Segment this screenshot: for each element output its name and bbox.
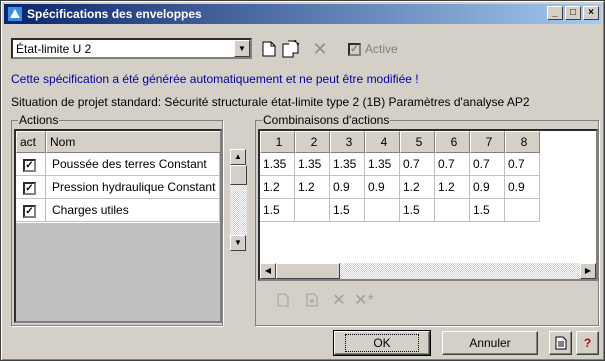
factor-cell[interactable]: 1.5 [400, 199, 435, 222]
header-name[interactable]: Nom [46, 131, 220, 153]
factor-cell[interactable]: 1.2 [260, 176, 295, 199]
new-combination-button[interactable] [274, 291, 292, 309]
copy-document-icon [282, 40, 300, 58]
action-row[interactable]: ✓ Poussée des terres Constant [16, 153, 220, 176]
readonly-message: Cette spécification a été générée automa… [11, 72, 419, 86]
delete-icon: ✕ [332, 292, 346, 309]
combinations-empty-area [540, 153, 596, 263]
factor-cell[interactable] [295, 199, 330, 222]
factor-cell[interactable]: 0.9 [470, 176, 505, 199]
combination-header[interactable]: 2 [295, 131, 330, 153]
factor-cell[interactable] [435, 199, 470, 222]
factor-cell[interactable]: 1.2 [295, 176, 330, 199]
factor-cell[interactable]: 0.9 [365, 176, 400, 199]
combinations-group-label: Combinaisons d'actions [262, 113, 391, 127]
factor-cell[interactable]: 1.35 [365, 153, 400, 176]
horizontal-scroll-thumb[interactable] [276, 263, 340, 279]
window-title: Spécifications des enveloppes [27, 7, 202, 21]
factor-cell[interactable]: 1.35 [330, 153, 365, 176]
factor-cell[interactable]: 1.2 [400, 176, 435, 199]
delete-spec-button[interactable]: ✕ [310, 39, 330, 59]
action-checkbox[interactable]: ✓ [23, 159, 36, 172]
active-check-icon: ✓ [348, 42, 361, 56]
factor-cell[interactable] [505, 199, 540, 222]
ok-label: OK [345, 334, 419, 352]
action-row[interactable]: ✓ Pression hydraulique Constant [16, 176, 220, 199]
factor-cell[interactable]: 1.2 [435, 176, 470, 199]
limit-state-value: État-limite U 2 [16, 42, 92, 56]
header-act[interactable]: act [16, 131, 46, 153]
scroll-down-button[interactable]: ▼ [230, 235, 246, 251]
action-name: Pression hydraulique Constant [46, 176, 220, 199]
generate-document-icon [306, 293, 318, 307]
factor-cell[interactable]: 1.35 [260, 153, 295, 176]
copy-spec-button[interactable] [281, 39, 301, 59]
factor-cell[interactable]: 0.7 [470, 153, 505, 176]
cancel-button[interactable]: Annuler [442, 331, 538, 355]
new-spec-button[interactable] [259, 39, 279, 59]
report-button[interactable] [549, 331, 572, 355]
action-checkbox[interactable]: ✓ [23, 205, 36, 218]
vertical-scroll-thumb[interactable] [230, 165, 247, 185]
combination-header[interactable]: 1 [260, 131, 295, 153]
scroll-right-button[interactable]: ▶ [580, 263, 596, 279]
help-button[interactable]: ? [576, 331, 599, 355]
factor-cell[interactable]: 0.7 [435, 153, 470, 176]
combination-row: 1.2 1.2 0.9 0.9 1.2 1.2 0.9 0.9 [260, 176, 540, 199]
action-name: Charges utiles [46, 199, 220, 222]
combination-header[interactable]: 8 [505, 131, 540, 153]
factor-cell[interactable]: 0.7 [505, 153, 540, 176]
app-icon [8, 7, 22, 21]
close-button[interactable]: × [583, 6, 599, 20]
factor-cell[interactable]: 1.5 [330, 199, 365, 222]
delete-icon: ✕ [312, 38, 328, 59]
envelope-spec-dialog: Spécifications des enveloppes _ □ × État… [0, 0, 605, 361]
actions-group-label: Actions [18, 113, 60, 127]
combination-row: 1.35 1.35 1.35 1.35 0.7 0.7 0.7 0.7 [260, 153, 540, 176]
factor-cell[interactable]: 0.9 [505, 176, 540, 199]
actions-table: act Nom ✓ Poussée des terres Constant ✓ … [14, 129, 222, 323]
report-icon [555, 336, 566, 350]
new-document-icon [262, 41, 276, 57]
combination-header[interactable]: 5 [400, 131, 435, 153]
chevron-down-icon[interactable]: ▼ [234, 40, 250, 57]
factor-cell[interactable]: 0.9 [330, 176, 365, 199]
action-name: Poussée des terres Constant [46, 153, 220, 176]
situation-text: Situation de projet standard: Sécurité s… [11, 95, 530, 109]
horizontal-scroll-track[interactable] [340, 263, 580, 279]
action-checkbox[interactable]: ✓ [23, 182, 36, 195]
factor-cell[interactable]: 1.35 [295, 153, 330, 176]
minimize-button[interactable]: _ [547, 6, 563, 20]
new-document-icon [277, 293, 289, 307]
combination-header[interactable]: 3 [330, 131, 365, 153]
combination-header[interactable]: 4 [365, 131, 400, 153]
limit-state-select[interactable]: État-limite U 2 ▼ [11, 38, 252, 59]
maximize-button[interactable]: □ [565, 6, 581, 20]
ok-button[interactable]: OK [333, 330, 431, 356]
factor-cell[interactable]: 0.7 [400, 153, 435, 176]
delete-combination-button[interactable]: ✕ [330, 291, 348, 309]
active-checkbox[interactable]: ✓ Active [348, 42, 398, 56]
actions-empty-area [16, 223, 220, 321]
delete-all-combinations-button[interactable]: ✕* [352, 291, 376, 309]
generate-combination-button[interactable] [303, 291, 321, 309]
action-row[interactable]: ✓ Charges utiles [16, 199, 220, 222]
factor-cell[interactable]: 1.5 [470, 199, 505, 222]
title-bar[interactable]: Spécifications des enveloppes _ □ × [4, 4, 601, 24]
delete-all-icon: ✕* [354, 292, 374, 309]
active-label: Active [365, 42, 398, 56]
combination-row: 1.5 1.5 1.5 1.5 [260, 199, 540, 222]
combination-header[interactable]: 7 [470, 131, 505, 153]
combination-header[interactable]: 6 [435, 131, 470, 153]
factor-cell[interactable]: 1.5 [260, 199, 295, 222]
scroll-up-button[interactable]: ▲ [230, 149, 246, 165]
scroll-left-button[interactable]: ◀ [260, 263, 276, 279]
combinations-table: 1 2 3 4 5 6 7 8 1.35 1.35 1.35 1.35 0.7 … [258, 129, 598, 281]
factor-cell[interactable] [365, 199, 400, 222]
